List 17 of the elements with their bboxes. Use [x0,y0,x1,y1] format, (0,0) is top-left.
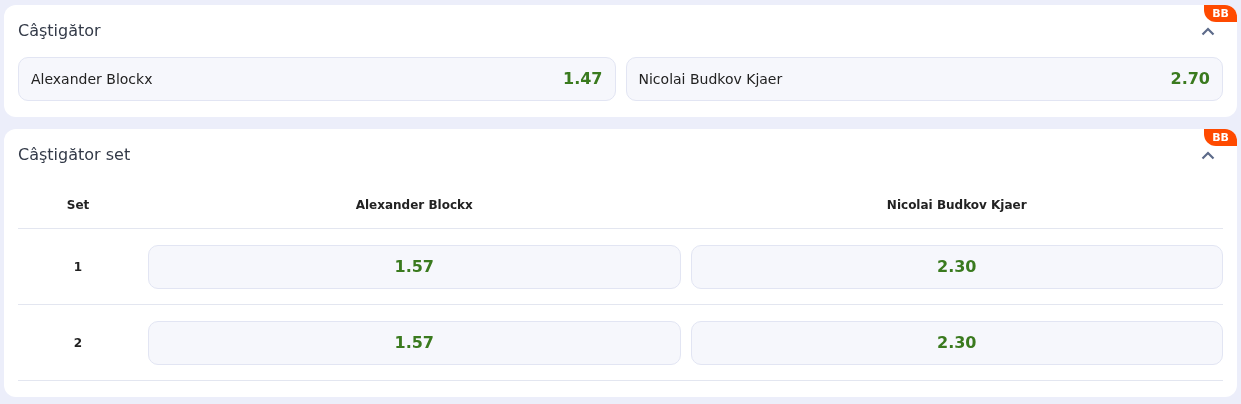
odds-button[interactable]: Alexander Blockx 1.47 [18,57,616,101]
column-header: Set [66,196,90,214]
odds-button[interactable]: Nicolai Budkov Kjaer 2.70 [625,57,1223,101]
odds-button[interactable]: 2.30 [690,320,1223,365]
chevron-up-icon[interactable] [1201,26,1215,36]
odds-button[interactable]: 1.57 [148,244,681,289]
chevron-up-icon[interactable] [1201,150,1215,160]
odds-button[interactable]: 2.30 [690,244,1223,289]
section-title: Câştigător set [18,144,131,166]
column-header: Nicolai Budkov Kjaer [886,196,1027,214]
odds-button[interactable]: 1.57 [148,320,681,365]
section-title: Câştigător [18,20,101,42]
column-header: Alexander Blockx [355,196,473,214]
set-number: 2 [73,334,83,352]
set-number: 1 [73,258,83,276]
bb-badge: BB [1204,5,1237,22]
bb-badge: BB [1204,129,1237,146]
